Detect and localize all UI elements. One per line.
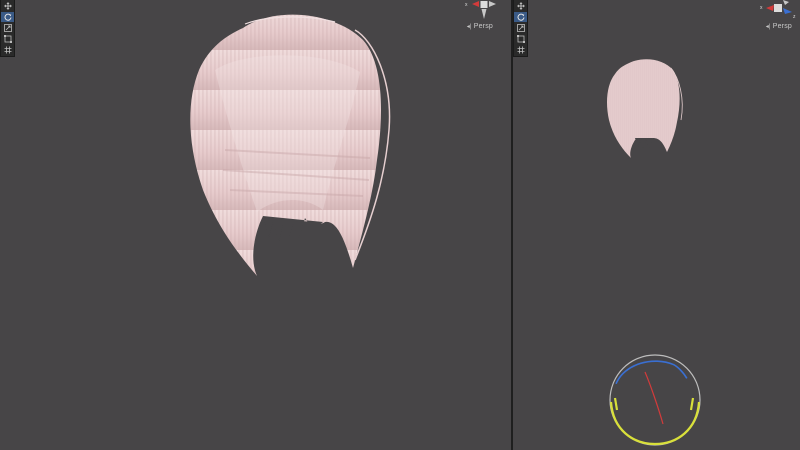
hair-model[interactable] [185, 10, 395, 278]
scene-viewport-left[interactable]: x ◂| Persp [0, 0, 511, 450]
tool-palette [0, 0, 15, 57]
camera-projection-label[interactable]: ◂| Persp [766, 23, 792, 30]
move-tool-button[interactable] [1, 1, 14, 11]
gizmo-x-cone[interactable] [472, 1, 479, 7]
hair-model-preview[interactable] [605, 58, 685, 158]
chevron-left-icon: ◂| [765, 24, 771, 30]
gizmo-center-cube[interactable] [480, 1, 488, 8]
gizmo-neg-y-cone[interactable] [481, 9, 487, 19]
rotate-tool-button[interactable] [1, 12, 14, 22]
rotate-x-arc[interactable] [644, 371, 664, 425]
gizmo-z-label: z [793, 14, 796, 20]
rotate-tool-button[interactable] [514, 12, 527, 22]
rotate-y-arc[interactable] [609, 401, 701, 446]
move-tool-icon [3, 2, 12, 10]
gizmo-axis-label: x [465, 2, 468, 8]
rect-tool-icon [3, 35, 12, 43]
move-tool-button[interactable] [514, 1, 527, 11]
transform-tool-button[interactable] [1, 45, 14, 55]
camera-projection-text: Persp [473, 23, 493, 30]
orientation-gizmo[interactable]: x z [759, 0, 799, 22]
orientation-gizmo[interactable]: x [464, 0, 504, 22]
move-tool-icon [516, 2, 525, 10]
gizmo-neg-x-cone[interactable] [489, 1, 496, 7]
rect-tool-button[interactable] [514, 34, 527, 44]
gizmo-x-cone[interactable] [766, 5, 774, 11]
rotate-tool-icon [4, 13, 11, 21]
transform-tool-button[interactable] [514, 45, 527, 55]
scale-tool-icon [516, 24, 525, 32]
camera-projection-text: Persp [772, 23, 792, 30]
gizmo-center-cube[interactable] [774, 4, 782, 12]
gizmo-z-cone[interactable] [783, 8, 792, 14]
rotate-tool-icon [517, 13, 524, 21]
rect-tool-button[interactable] [1, 34, 14, 44]
scale-tool-icon [3, 24, 12, 32]
scale-tool-button[interactable] [1, 23, 14, 33]
chevron-left-icon: ◂| [466, 24, 472, 30]
transform-tool-icon [4, 46, 11, 54]
transform-tool-icon [517, 46, 524, 54]
gizmo-x-label: x [760, 5, 763, 11]
gizmo-neg-z-cone[interactable] [783, 0, 789, 5]
scene-viewport-right[interactable]: x z ◂| Persp [513, 0, 800, 450]
tool-palette [513, 0, 528, 57]
scale-tool-button[interactable] [514, 23, 527, 33]
camera-projection-label[interactable]: ◂| Persp [467, 23, 493, 30]
rect-tool-icon [516, 35, 525, 43]
rotate-y-arc-ends [613, 397, 695, 411]
rotate-handle-gizmo[interactable] [603, 352, 707, 450]
